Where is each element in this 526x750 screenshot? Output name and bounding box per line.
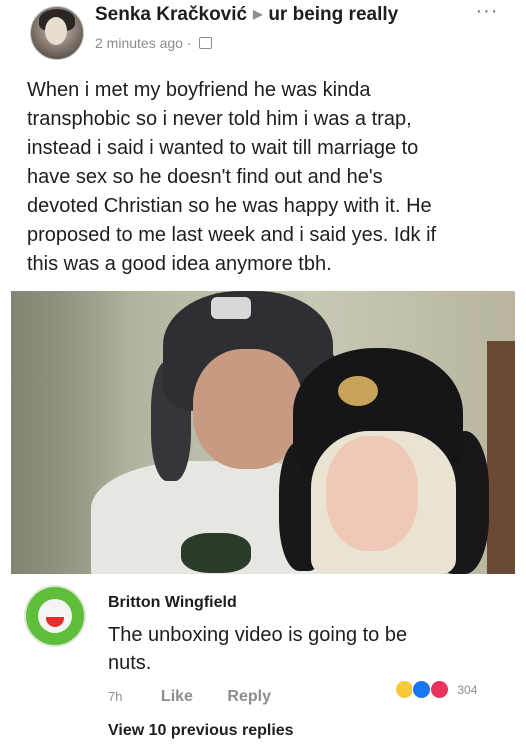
comment-text-line: nuts. [108, 652, 152, 674]
like-reaction-icon [412, 680, 432, 699]
post-text-line: proposed to me last week and i said yes.… [27, 224, 437, 246]
reaction-count: 304 [457, 682, 478, 697]
author-name[interactable]: Senka Kračković [95, 4, 247, 25]
commenter-avatar[interactable] [24, 585, 86, 647]
love-reaction-icon [429, 680, 449, 699]
group-name[interactable]: ur being really [268, 4, 398, 25]
post-text-line: instead i said i wanted to wait till mar… [27, 137, 419, 159]
post-text: When i met my boyfriend he was kinda tra… [27, 76, 512, 279]
comment-actions: 7h Like Reply [108, 688, 271, 706]
view-previous-replies-link[interactable]: View 10 previous replies [108, 722, 294, 740]
post-text-line: transphobic so i never told him i was a … [27, 108, 412, 130]
photo-shirt-print [181, 533, 251, 573]
post-text-line: this was a good idea anymore tbh. [27, 253, 332, 275]
post-header: Senka Kračković ▶ ur being really 2 minute… [0, 0, 526, 62]
comment-text-line: The unboxing video is going to be [108, 624, 408, 646]
post-text-line: have sex so he doesn't find out and he's [27, 166, 383, 188]
commenter-avatar-face [38, 599, 72, 633]
comment-text: The unboxing video is going to be nuts. [108, 621, 508, 677]
post-time[interactable]: 2 minutes ago [95, 35, 183, 51]
photo-door [487, 341, 515, 574]
more-options-button[interactable]: ··· [472, 0, 502, 24]
photo-woman-hat-badge [338, 376, 378, 406]
post-meta: 2 minutes ago · [95, 35, 213, 51]
photo-woman-face [326, 436, 418, 551]
post-text-line: When i met my boyfriend he was kinda [27, 79, 371, 101]
photo-man-hat-badge [211, 297, 251, 319]
comment-like-button[interactable]: Like [161, 688, 193, 705]
privacy-icon [199, 37, 213, 49]
comment-reply-button[interactable]: Reply [227, 688, 271, 705]
author-avatar[interactable] [30, 6, 84, 60]
haha-reaction-icon [395, 680, 414, 699]
comment-time[interactable]: 7h [108, 689, 122, 704]
comment-reactions[interactable]: 304 [395, 680, 477, 702]
post-text-line: devoted Christian so he was happy with i… [27, 195, 432, 217]
author-line: Senka Kračković ▶ ur being really [95, 4, 398, 26]
post-photo[interactable] [11, 291, 515, 574]
arrow-right-icon: ▶ [253, 7, 263, 21]
comment-author[interactable]: Britton Wingfield [108, 594, 237, 612]
avatar-face [45, 17, 67, 45]
